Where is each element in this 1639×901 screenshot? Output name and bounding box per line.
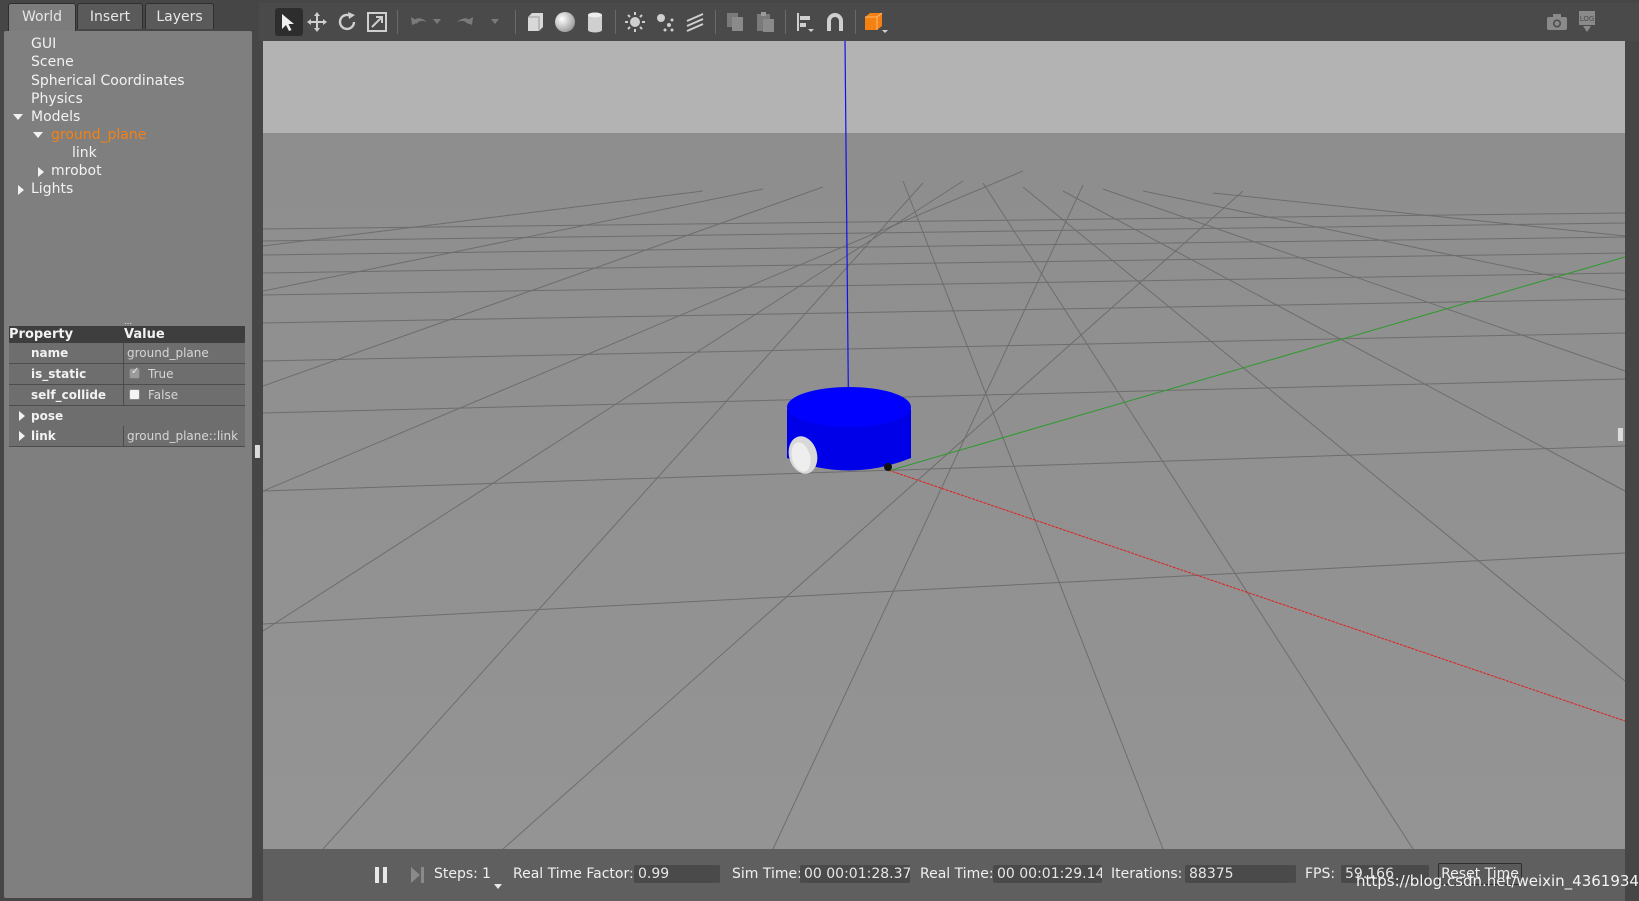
- magnet-snap-icon[interactable]: [821, 8, 849, 36]
- property-row-link[interactable]: link ground_plane::link: [9, 426, 245, 447]
- redo-icon[interactable]: [451, 8, 479, 36]
- scale-icon[interactable]: [363, 8, 391, 36]
- cylinder-shape-icon[interactable]: [581, 8, 609, 36]
- scene-viewport[interactable]: ▪ ▪ ▪: [263, 41, 1625, 849]
- mrobot-model[interactable]: [785, 387, 911, 477]
- log-icon[interactable]: LOG: [1573, 8, 1601, 36]
- right-collapse-handle-icon[interactable]: ▪ ▪ ▪: [1617, 426, 1624, 444]
- tree-item-models[interactable]: Models: [31, 108, 80, 126]
- property-key: pose: [31, 409, 64, 423]
- expand-models-icon[interactable]: [13, 114, 23, 120]
- property-column-header: Property: [9, 327, 74, 342]
- property-key: link: [31, 429, 56, 443]
- screenshot-icon[interactable]: [1543, 8, 1571, 36]
- steps-label: Steps:: [434, 866, 478, 882]
- expand-lights-icon[interactable]: [18, 185, 24, 195]
- box-shape-icon[interactable]: [521, 8, 549, 36]
- spot-light-icon[interactable]: [651, 8, 679, 36]
- align-icon[interactable]: [791, 8, 819, 36]
- step-forward-icon[interactable]: [409, 866, 425, 888]
- tree-item-physics[interactable]: Physics: [31, 90, 83, 108]
- main-toolbar: LOG: [259, 3, 1639, 41]
- tab-insert[interactable]: Insert: [77, 3, 143, 29]
- tree-item-ground-plane[interactable]: ground_plane: [51, 126, 146, 144]
- tab-layers[interactable]: Layers: [145, 3, 214, 29]
- sim-time-field: 00 00:01:28.375: [800, 865, 910, 883]
- select-arrow-icon[interactable]: [275, 8, 303, 36]
- translate-icon[interactable]: [303, 8, 331, 36]
- property-value: True: [148, 367, 174, 381]
- real-time-field: 00 00:01:29.142: [993, 865, 1102, 883]
- fps-label: FPS:: [1305, 866, 1336, 882]
- property-row-pose[interactable]: pose: [9, 406, 245, 427]
- iterations-field: 88375: [1185, 865, 1296, 883]
- property-row-name[interactable]: name ground_plane: [9, 343, 245, 364]
- iterations-label: Iterations:: [1111, 866, 1183, 882]
- property-value: False: [148, 388, 179, 402]
- property-key: self_collide: [31, 388, 107, 402]
- sky: [263, 41, 1625, 137]
- svg-text:LOG: LOG: [1580, 15, 1595, 23]
- redo-dropdown-icon[interactable]: [487, 8, 503, 36]
- real-time-factor-label: Real Time Factor:: [513, 866, 634, 882]
- left-panel: World Insert Layers GUI Scene Spherical …: [0, 0, 261, 901]
- property-row-is-static[interactable]: is_static True: [9, 364, 245, 385]
- expand-link-icon[interactable]: [19, 431, 25, 441]
- sim-time-label: Sim Time:: [732, 866, 802, 882]
- is-static-checkbox[interactable]: [129, 366, 140, 379]
- real-time-factor-field: 0.99: [634, 865, 720, 883]
- world-tree-pane: [4, 31, 252, 898]
- tree-item-lights[interactable]: Lights: [31, 180, 73, 198]
- pause-icon[interactable]: [373, 866, 389, 888]
- undo-dropdown-icon[interactable]: [429, 8, 445, 36]
- property-key: is_static: [31, 367, 87, 381]
- steps-dropdown-icon[interactable]: [494, 875, 502, 894]
- steps-value[interactable]: 1: [482, 865, 491, 883]
- property-key: name: [31, 346, 69, 360]
- rotate-icon[interactable]: [333, 8, 361, 36]
- value-column-header: Value: [124, 327, 165, 342]
- property-table-header: Property Value: [9, 326, 245, 343]
- tree-item-link[interactable]: link: [72, 144, 97, 162]
- tree-item-gui[interactable]: GUI: [31, 35, 56, 53]
- copy-icon[interactable]: [721, 8, 749, 36]
- tree-item-mrobot[interactable]: mrobot: [51, 162, 102, 180]
- watermark-text: https://blog.csdn.net/weixin_43619346: [1356, 872, 1639, 890]
- left-collapse-handle-icon[interactable]: ▪ ▪ ▪: [254, 443, 261, 461]
- expand-mrobot-icon[interactable]: [38, 167, 44, 177]
- tab-world[interactable]: World: [8, 3, 76, 31]
- property-row-self-collide[interactable]: self_collide False: [9, 385, 245, 406]
- view-angle-icon[interactable]: [861, 8, 889, 36]
- directional-light-icon[interactable]: [681, 8, 709, 36]
- tree-item-spherical-coordinates[interactable]: Spherical Coordinates: [31, 72, 185, 90]
- point-light-icon[interactable]: [621, 8, 649, 36]
- property-value: ground_plane: [127, 346, 209, 360]
- real-time-label: Real Time:: [920, 866, 994, 882]
- paste-icon[interactable]: [751, 8, 779, 36]
- expand-ground-plane-icon[interactable]: [33, 132, 43, 138]
- ground-plane: [263, 133, 1625, 849]
- expand-pose-icon[interactable]: [19, 411, 25, 421]
- property-value: ground_plane::link: [127, 429, 239, 443]
- self-collide-checkbox[interactable]: [129, 389, 140, 400]
- tree-item-scene[interactable]: Scene: [31, 53, 74, 71]
- sphere-shape-icon[interactable]: [551, 8, 579, 36]
